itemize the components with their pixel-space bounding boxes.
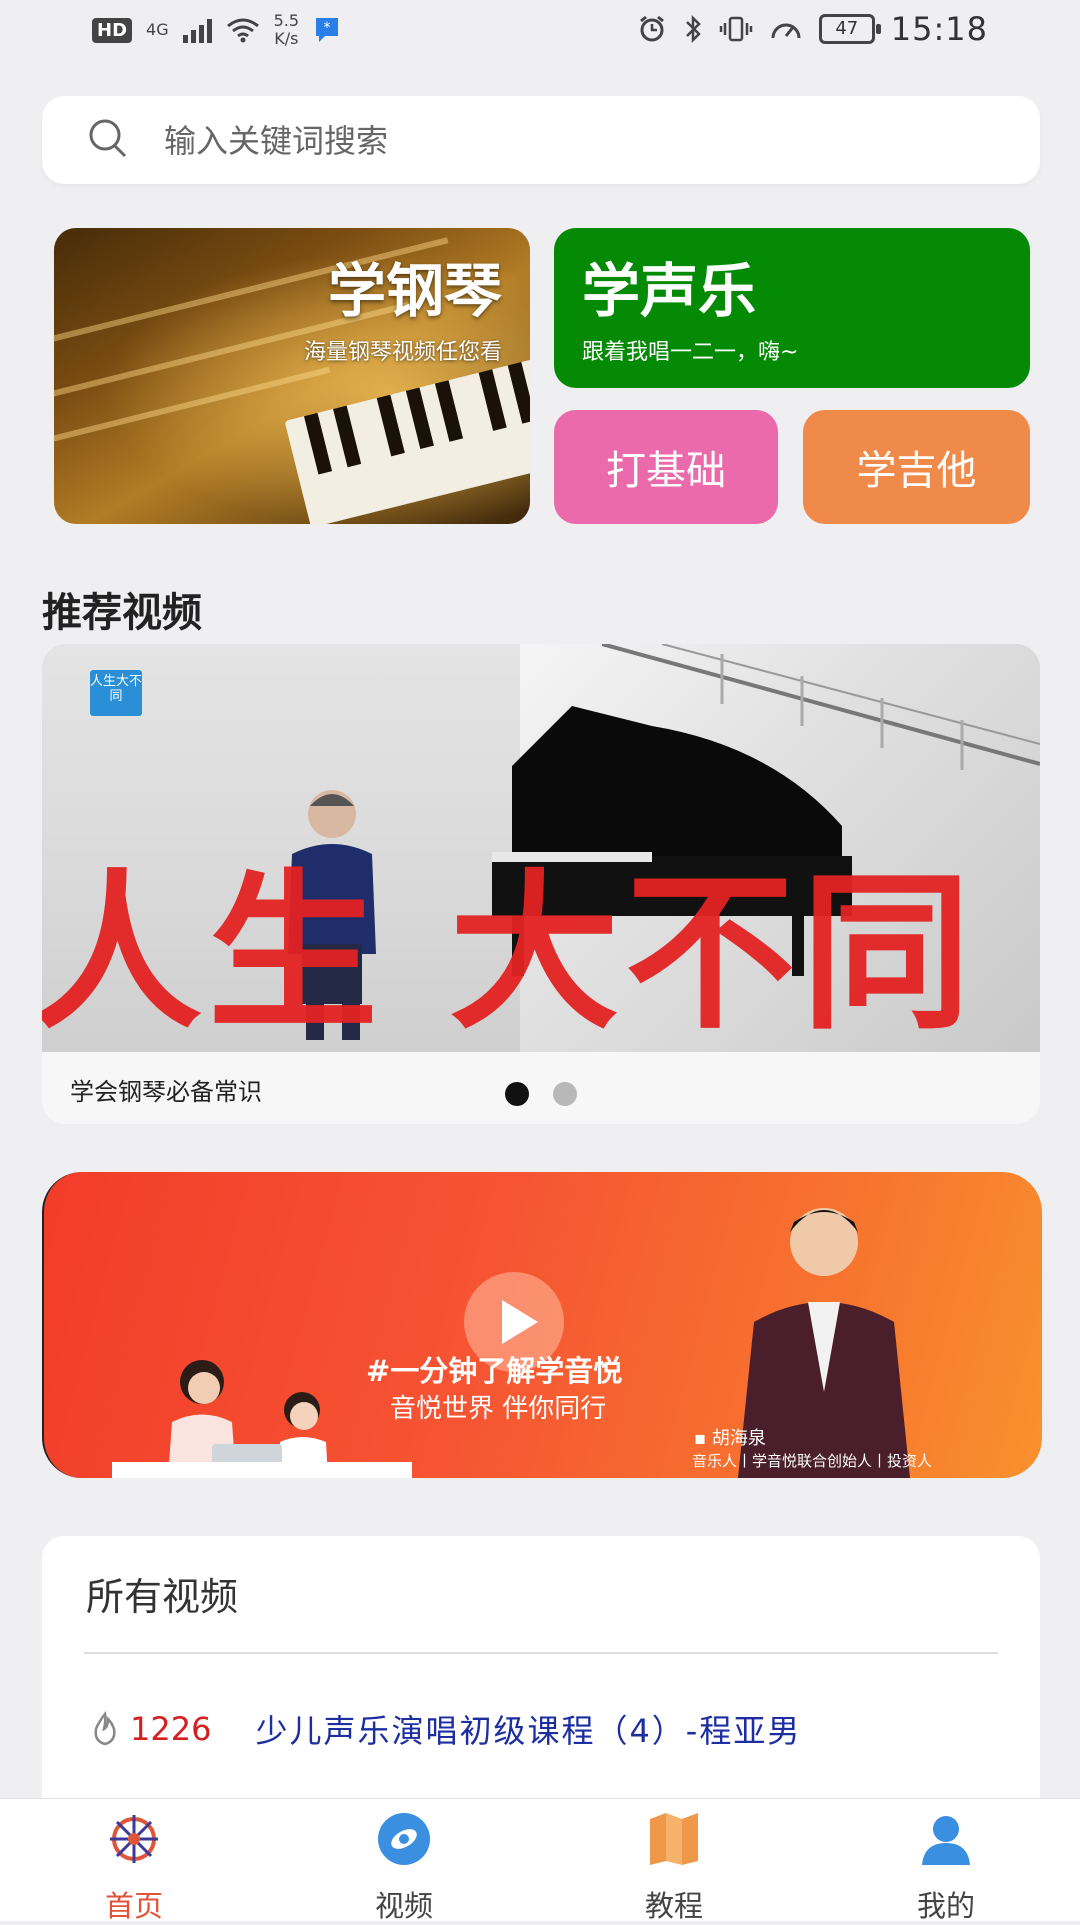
tab-home-label: 首页 xyxy=(104,1889,163,1923)
promo-tagline: 音悦世界 伴你同行 xyxy=(390,1394,607,1424)
vocal-card-subtitle: 跟着我唱一二一，嗨~ xyxy=(582,340,799,365)
tab-tutorial[interactable]: 教程 xyxy=(604,1809,744,1925)
carousel-slide-image: 人生大不同 人生 大不同 xyxy=(42,644,1040,1052)
battery-icon: 47 xyxy=(818,14,881,44)
network-type: 4G xyxy=(146,20,169,39)
vocal-category-card[interactable]: 学声乐 跟着我唱一二一，嗨~ xyxy=(554,228,1030,388)
promo-headline: #一分钟了解学音悦 xyxy=(366,1354,623,1388)
guitar-card-title: 学吉他 xyxy=(856,448,977,494)
piano-card-title: 学钢琴 xyxy=(327,257,502,325)
search-icon xyxy=(89,119,127,158)
video-title-link[interactable]: 少儿声乐演唱初级课程（4）-程亚男 xyxy=(255,1706,801,1752)
video-list-item[interactable]: 1226 少儿声乐演唱初级课程（4）-程亚男 xyxy=(88,1706,801,1752)
tab-video-label: 视频 xyxy=(374,1889,433,1923)
book-icon xyxy=(650,1813,698,1865)
tab-profile-label: 我的 xyxy=(916,1889,975,1923)
recommended-video-carousel[interactable]: 人生大不同 人生 大不同 学会钢琴必备常识 xyxy=(42,644,1040,1124)
basics-card-title: 打基础 xyxy=(606,448,726,494)
carousel-caption: 学会钢琴必备常识 xyxy=(70,1078,262,1106)
tab-tutorial-label: 教程 xyxy=(644,1889,703,1923)
search-bar[interactable] xyxy=(42,96,1040,184)
tab-home[interactable]: 首页 xyxy=(64,1809,204,1925)
piano-card-subtitle: 海量钢琴视频任您看 xyxy=(303,340,502,365)
basics-category-card[interactable]: 打基础 xyxy=(554,410,778,524)
hd-badge: HD xyxy=(92,17,133,43)
flame-icon xyxy=(94,1711,116,1746)
carousel-dot[interactable] xyxy=(553,1082,577,1106)
tab-video[interactable]: 视频 xyxy=(334,1809,474,1925)
speed-gauge-icon xyxy=(771,23,801,39)
guitar-category-card[interactable]: 学吉他 xyxy=(803,410,1030,524)
app-notification-icon: * xyxy=(316,18,339,42)
bottom-tab-bar: 首页 视频 教程 我的 xyxy=(0,1798,1080,1923)
vocal-card-title: 学声乐 xyxy=(582,257,757,325)
promo-person-role: 音乐人丨学音悦联合创始人丨投资人 xyxy=(692,1452,933,1470)
carousel-indicator xyxy=(505,1082,577,1106)
piano-keys-image xyxy=(284,358,530,524)
signal-icon xyxy=(182,17,212,43)
piano-category-card[interactable]: 学钢琴 海量钢琴视频任您看 xyxy=(54,228,530,524)
vibrate-icon xyxy=(719,16,753,42)
promo-person-name: ▪ 胡海泉 xyxy=(694,1428,766,1449)
alarm-icon xyxy=(639,15,664,42)
channel-logo: 人生大不同 xyxy=(90,670,142,716)
carousel-dot[interactable] xyxy=(505,1082,529,1106)
profile-icon xyxy=(922,1816,970,1865)
search-input[interactable] xyxy=(162,114,986,168)
status-bar: HD 4G 5.5 K/s * 47 15:18 xyxy=(0,0,1080,66)
stage-lettering: 人生 大不同 xyxy=(42,855,978,1053)
promo-banner[interactable]: #一分钟了解学音悦 音悦世界 伴你同行 ▪ 胡海泉 音乐人丨学音悦联合创始人丨投… xyxy=(42,1172,1042,1478)
all-videos-title: 所有视频 xyxy=(86,1575,239,1619)
network-speed: 5.5 K/s xyxy=(273,11,300,48)
bluetooth-icon xyxy=(685,14,701,44)
clock: 15:18 xyxy=(890,10,988,48)
svg-text:*: * xyxy=(324,20,331,36)
divider xyxy=(84,1652,998,1654)
recommended-section-title: 推荐视频 xyxy=(42,590,202,636)
video-icon xyxy=(378,1813,430,1865)
tab-profile[interactable]: 我的 xyxy=(876,1809,1016,1925)
video-view-count: 1226 xyxy=(130,1710,212,1748)
home-icon xyxy=(110,1815,158,1863)
wifi-icon xyxy=(226,18,259,43)
